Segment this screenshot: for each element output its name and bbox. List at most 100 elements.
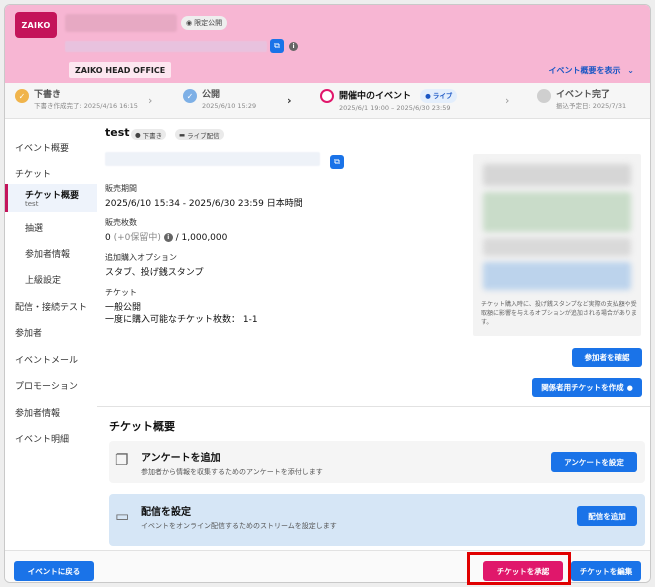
check-icon: ✓ [183, 89, 197, 103]
main-content: test ● 下書き ▬ ライブ配信 ⧉ 販売期間 2025/6/10 15:3… [97, 120, 650, 550]
check-icon: ✓ [15, 89, 29, 103]
show-summary-link[interactable]: イベント概要を表示 ⌄ [549, 65, 635, 76]
sidebar-item-participant-info[interactable]: 参加者情報 [15, 406, 60, 419]
sidebar-item-lottery[interactable]: 抽選 [25, 221, 43, 234]
sidebar-item-promotion[interactable]: プロモーション [15, 379, 78, 392]
chevron-right-icon: › [505, 94, 510, 107]
private-badge-label: 限定公開 [194, 19, 223, 27]
button-label: チケットを編集 [579, 566, 633, 576]
sidebar: イベント概要 チケット チケット概要 test 抽選 参加者情報 上級設定 配信… [5, 120, 97, 550]
status-stepper: ✓ 下書き 下書き作成完了: 2025/4/16 16:15 › ✓ 公開 20… [5, 83, 650, 119]
sidebar-item-advanced[interactable]: 上級設定 [25, 273, 61, 286]
sold-count: 0 [105, 233, 111, 243]
step-title: イベント完了 [556, 90, 611, 100]
step-draft: ✓ 下書き 下書き作成完了: 2025/4/16 16:15 [15, 89, 138, 111]
copy-icon: ⧉ [334, 157, 340, 166]
back-to-event-button[interactable]: イベントに戻る [14, 561, 94, 581]
sales-count-value: 0 (+0保留中) i / 1,000,000 [105, 230, 227, 243]
preview-redacted-block [483, 262, 631, 290]
info-icon: ● [626, 383, 633, 392]
sidebar-item-sub: test [25, 200, 39, 208]
step-sub: 2025/6/1 19:00 – 2025/6/30 23:59 [339, 104, 451, 112]
sidebar-item-streaming-test[interactable]: 配信・接続テスト [15, 300, 87, 313]
chevron-down-icon: ⌄ [627, 66, 634, 75]
event-title-redacted [65, 14, 177, 32]
info-icon[interactable]: i [163, 233, 173, 242]
preview-redacted-block [483, 164, 631, 186]
ticket-label: チケット [105, 288, 137, 297]
live-badge: ● ライブ [420, 89, 458, 103]
sidebar-item-event-summary[interactable]: イベント概要 [15, 141, 69, 154]
survey-card: ❐ アンケートを追加 参加者から情報を収集するためのアンケートを添付します アン… [109, 441, 645, 483]
button-label: イベントに戻る [27, 566, 81, 576]
step-title-text: 開催中のイベント [339, 91, 412, 102]
sidebar-item-event-statement[interactable]: イベント明細 [15, 432, 69, 445]
highlight-frame [467, 552, 571, 585]
sidebar-item-ticket-summary[interactable]: チケット概要 test [5, 184, 97, 212]
info-icon[interactable]: i [289, 42, 298, 51]
card-title: 配信を設定 [141, 507, 191, 518]
cast-icon: ▭ [115, 507, 130, 525]
ticket-url-redacted [105, 152, 320, 166]
preview-redacted-block [483, 238, 631, 256]
step-complete: イベント完了 振込予定日: 2025/7/31 [537, 89, 626, 111]
private-badge: ◉ 限定公開 [181, 16, 228, 30]
step-title: 下書き [34, 90, 62, 100]
live-badge-label: ライブ [432, 92, 453, 100]
sidebar-item-participants[interactable]: 参加者 [15, 326, 42, 339]
pending-step-icon [537, 89, 551, 103]
sales-period-label: 販売期間 [105, 184, 137, 193]
section-title: チケット概要 [109, 420, 175, 433]
video-icon: ▬ [179, 130, 186, 139]
step-sub: 下書き作成完了: 2025/4/16 16:15 [34, 102, 138, 110]
step-title: 開催中のイベント ● ライブ [339, 89, 458, 103]
dot-icon: ● [135, 130, 141, 139]
chevron-right-icon: › [148, 94, 153, 107]
button-label: アンケートを設定 [564, 457, 624, 467]
copy-url-button[interactable]: ⧉ [270, 39, 284, 53]
copy-ticket-url-button[interactable]: ⧉ [330, 155, 344, 169]
check-participants-button[interactable]: 参加者を確認 [572, 348, 642, 367]
streaming-card: ▭ 配信を設定 イベントをオンライン配信するためのストリームを設定します 配信を… [109, 494, 645, 546]
event-admin-window: ZAIKO ◉ 限定公開 ⧉ i ZAIKO HEAD OFFICE イベント概… [4, 4, 651, 583]
ticket-limit: 一度に購入可能なチケット枚数： 1-1 [105, 315, 258, 325]
show-summary-label: イベント概要を表示 [548, 66, 621, 75]
sales-count-label: 販売枚数 [105, 218, 137, 227]
step-sub: 2025/6/10 15:29 [202, 102, 257, 110]
status-tag-live-stream: ▬ ライブ配信 [175, 129, 224, 140]
sidebar-item-event-mail[interactable]: イベントメール [15, 353, 78, 366]
ticket-name: test [105, 126, 130, 139]
button-label: 参加者を確認 [584, 353, 630, 362]
step-live: 開催中のイベント ● ライブ 2025/6/1 19:00 – 2025/6/3… [320, 89, 458, 113]
step-title: 公開 [202, 90, 221, 100]
addon-label: 追加購入オプション [105, 253, 177, 262]
edit-ticket-button[interactable]: チケットを編集 [571, 561, 641, 581]
ticket-preview: チケット購入時に、投げ銭スタンプなど実際の支払額や受取額に影響を与えるオプション… [473, 154, 641, 336]
preview-redacted-block [483, 192, 631, 232]
card-desc: 参加者から情報を収集するためのアンケートを添付します [141, 468, 323, 476]
status-tag-draft: ● 下書き [131, 129, 167, 140]
sidebar-item-ticket[interactable]: チケット [15, 167, 51, 180]
button-label: 配信を追加 [588, 511, 626, 521]
set-survey-button[interactable]: アンケートを設定 [551, 452, 637, 472]
add-stream-button[interactable]: 配信を追加 [577, 506, 637, 526]
copy-icon: ⧉ [274, 41, 280, 50]
survey-icon: ❐ [115, 451, 129, 469]
create-staff-ticket-button[interactable]: 関係者用チケットを作成 ● [532, 378, 642, 397]
tag-label: 下書き [142, 131, 163, 140]
organization-tag: ZAIKO HEAD OFFICE [69, 62, 172, 78]
sales-period-value: 2025/6/10 15:34 - 2025/6/30 23:59 日本時間 [105, 199, 303, 209]
total-count: / 1,000,000 [175, 233, 228, 243]
hold-count: (+0保留中) [113, 233, 161, 243]
button-label: 関係者用チケットを作成 [541, 383, 624, 392]
card-desc: イベントをオンライン配信するためのストリームを設定します [141, 522, 337, 530]
eye-off-icon: ◉ [186, 19, 193, 27]
addon-value: スタブ、投げ銭スタンプ [105, 268, 204, 278]
sidebar-item-attendee-info[interactable]: 参加者情報 [25, 247, 70, 260]
zaiko-logo: ZAIKO [15, 12, 57, 38]
event-url-redacted [65, 41, 267, 52]
step-sub: 振込予定日: 2025/7/31 [556, 102, 627, 110]
preview-note: チケット購入時に、投げ銭スタンプなど実際の支払額や受取額に影響を与えるオプション… [481, 301, 637, 326]
step-public: ✓ 公開 2025/6/10 15:29 [183, 89, 256, 111]
tag-label: ライブ配信 [187, 131, 220, 140]
